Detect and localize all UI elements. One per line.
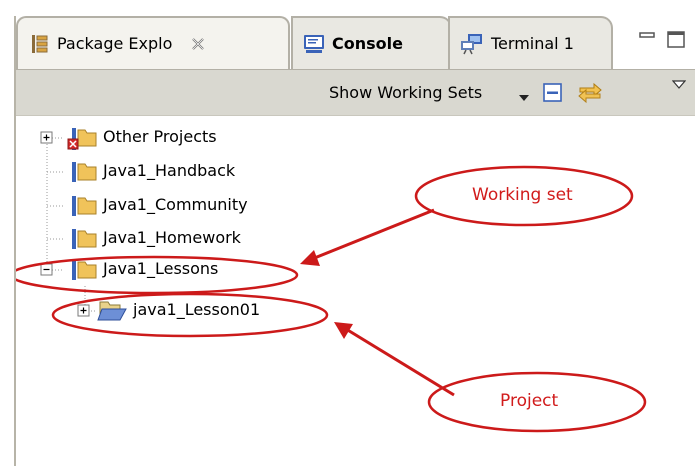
open-project-folder-icon: [97, 301, 127, 321]
terminal-icon: [460, 33, 484, 55]
expand-icon[interactable]: [77, 304, 90, 317]
tab-terminal[interactable]: Terminal 1: [448, 16, 613, 69]
package-explorer-icon: [30, 34, 50, 54]
tree-item-label[interactable]: java1_Lesson01: [133, 300, 260, 319]
working-set-folder-icon: [72, 229, 97, 249]
project-annotation-label: Project: [500, 391, 559, 411]
project-tree: Other Projects Java1_Handback Java1_Comm…: [16, 116, 695, 466]
minimize-icon[interactable]: [638, 30, 656, 52]
working-set-folder-icon: [67, 128, 97, 150]
working-set-folder-icon: [72, 196, 97, 216]
collapse-all-icon[interactable]: [542, 82, 564, 108]
tab-console-label: Console: [332, 34, 403, 53]
tree-item-label[interactable]: Java1_Community: [103, 195, 248, 214]
tab-package-explorer-label: Package Explo: [57, 34, 173, 53]
tree-item-label[interactable]: Java1_Handback: [103, 161, 235, 180]
working-set-folder-icon: [72, 162, 97, 182]
console-icon: [303, 34, 325, 54]
tree-item-label[interactable]: Java1_Lessons: [103, 259, 218, 278]
view-menu-icon[interactable]: [671, 76, 687, 95]
tab-terminal-label: Terminal 1: [491, 34, 574, 53]
tab-console[interactable]: Console: [291, 16, 452, 69]
working-set-folder-icon: [72, 260, 97, 280]
eclipse-package-explorer-view: Package Explo Console Terminal 1 Show Wo…: [0, 0, 695, 466]
working-set-arrow: [300, 250, 320, 266]
tree-item-label[interactable]: Other Projects: [103, 127, 217, 146]
tab-package-explorer[interactable]: Package Explo: [16, 16, 290, 69]
collapse-icon[interactable]: [40, 263, 53, 276]
view-tab-bar: Package Explo Console Terminal 1: [16, 16, 695, 69]
link-with-editor-icon[interactable]: [576, 79, 604, 111]
working-set-annotation-label: Working set: [472, 185, 573, 205]
annotation-arrows: [300, 208, 455, 397]
close-icon[interactable]: [190, 36, 206, 52]
window-top-strip: [0, 0, 695, 16]
view-left-border: [14, 16, 16, 466]
show-working-sets-button[interactable]: Show Working Sets: [329, 83, 482, 102]
expand-icon[interactable]: [40, 131, 53, 144]
dropdown-arrow-icon[interactable]: [518, 88, 530, 107]
maximize-icon[interactable]: [666, 30, 686, 54]
view-toolbar: Show Working Sets: [16, 69, 695, 116]
tree-item-label[interactable]: Java1_Homework: [103, 228, 241, 247]
